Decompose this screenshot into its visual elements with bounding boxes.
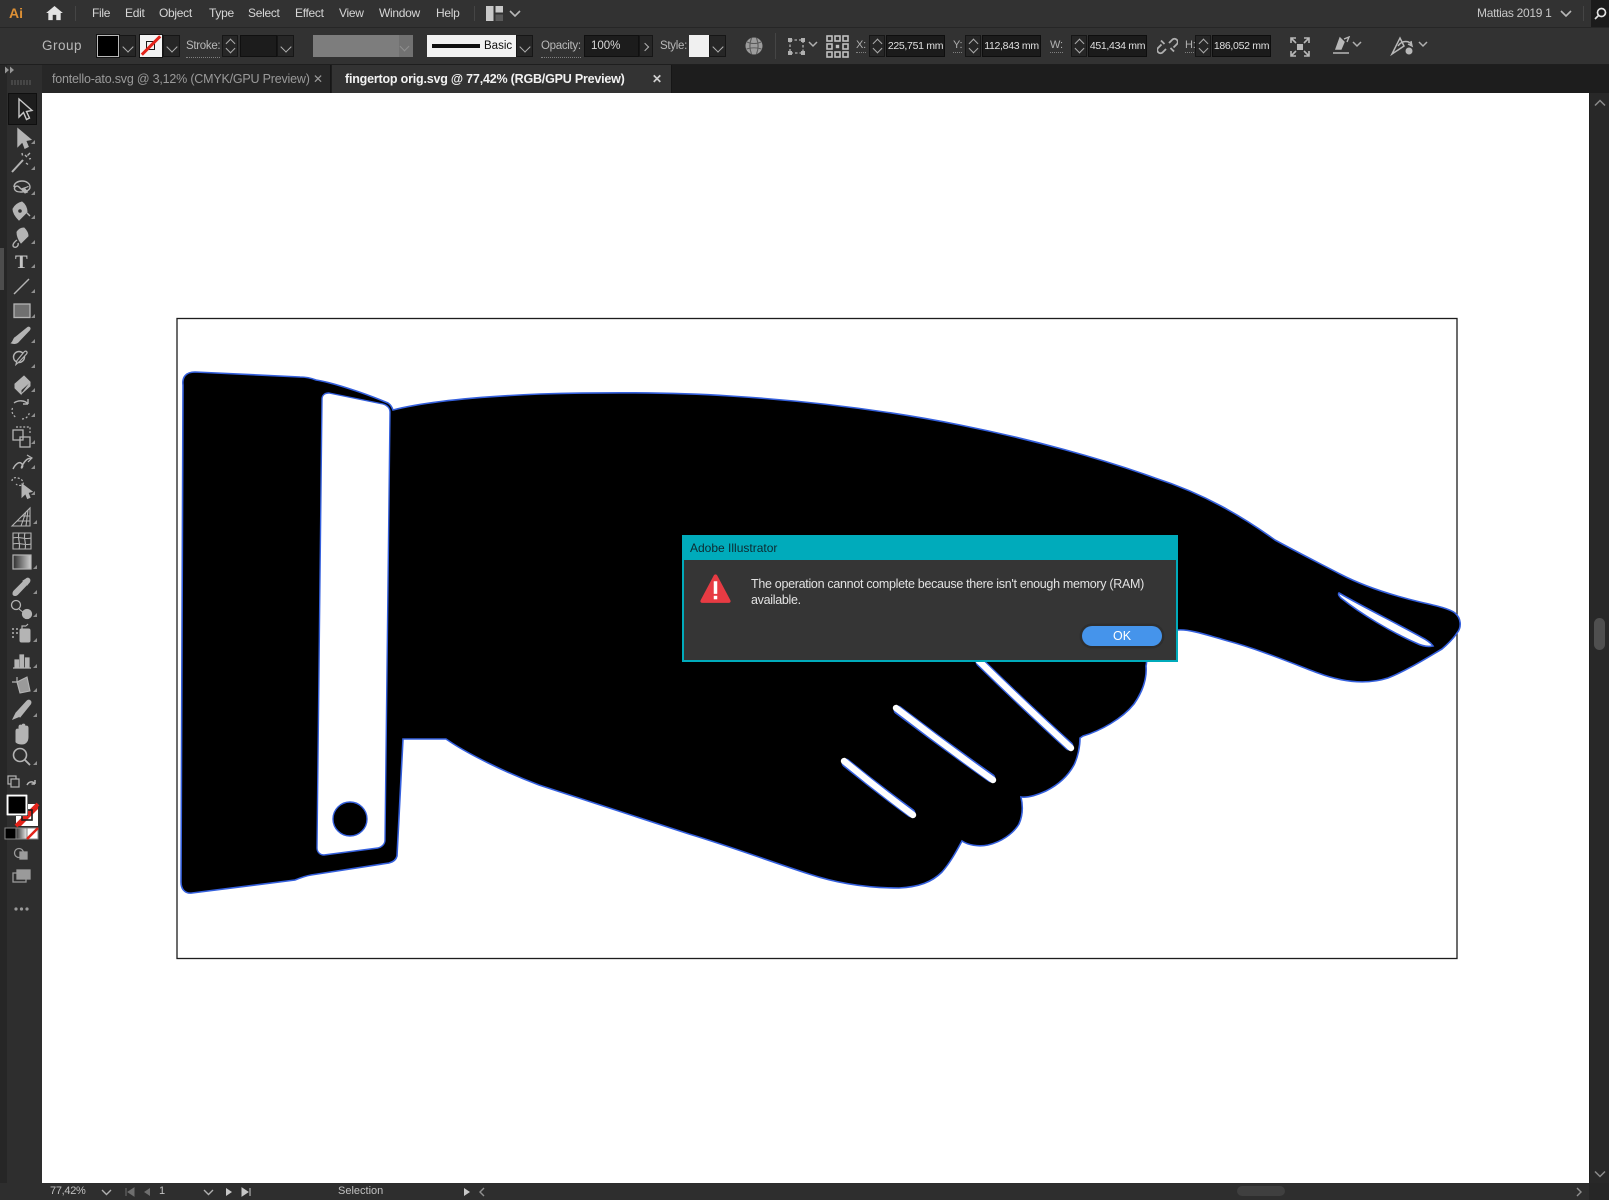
svg-text:T: T <box>15 252 28 273</box>
